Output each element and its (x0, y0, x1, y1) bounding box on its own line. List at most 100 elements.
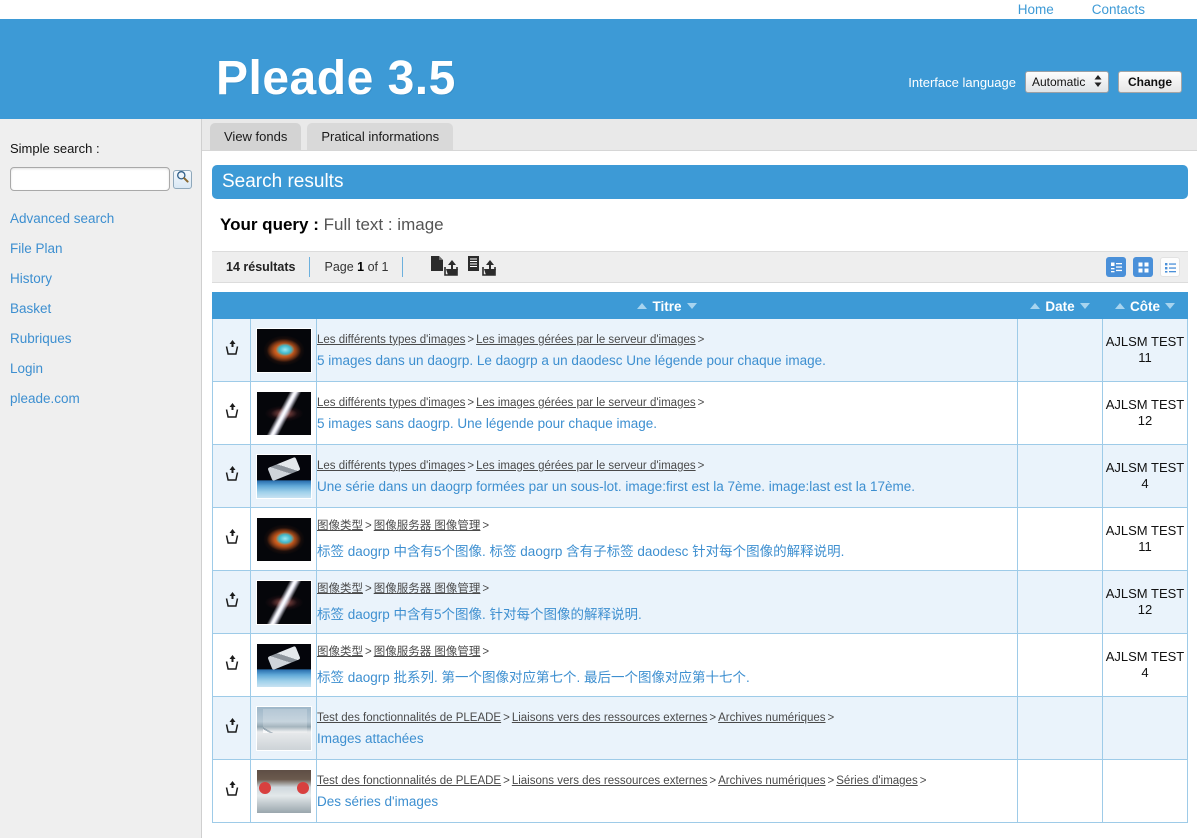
breadcrumb-link[interactable]: Archives numériques (718, 712, 825, 724)
sidebar-item-pleade-com[interactable]: pleade.com (0, 384, 201, 414)
thumbnail-sailboat-interior[interactable] (255, 768, 312, 814)
column-header-date[interactable]: Date (1017, 292, 1103, 319)
thumbnail-sailboat-deck[interactable] (255, 705, 312, 751)
breadcrumb-separator: > (365, 646, 372, 659)
column-header-cote[interactable]: Côte (1102, 292, 1188, 319)
breadcrumb-link[interactable]: Les images gérées par le serveur d'image… (476, 397, 696, 409)
breadcrumb-separator: > (919, 774, 927, 787)
sort-desc-titre-icon[interactable] (686, 303, 697, 310)
row-document-title-link[interactable]: 标签 daogrp 批系列. 第一个图像对应第七个. 最后一个图像对应第十七个. (317, 666, 1017, 686)
table-row[interactable]: Les différents types d'images > Les images… (212, 381, 1188, 445)
sort-asc-date-icon[interactable] (1030, 303, 1041, 310)
breadcrumb-link[interactable]: Les images gérées par le serveur d'image… (476, 460, 696, 472)
sort-desc-date-icon[interactable] (1079, 303, 1090, 310)
row-document-title-link[interactable]: Images attachées (317, 731, 1017, 746)
table-row[interactable]: 图像类型 > 图像服务器 图像管理 > 标签 daogrp 中含有5个图像. 标签 da… (212, 507, 1188, 571)
main-content: View fonds Pratical informations Search … (202, 119, 1197, 838)
breadcrumb-link[interactable]: 图像类型 (317, 520, 363, 532)
breadcrumb-separator: > (827, 711, 835, 724)
row-basket-cell (212, 318, 251, 382)
compact-list-view-icon[interactable] (1160, 257, 1180, 277)
sidebar-item-file-plan[interactable]: File Plan (0, 234, 201, 264)
search-submit-button[interactable] (173, 169, 192, 189)
table-row[interactable]: Les différents types d'images > Les images… (212, 444, 1188, 508)
results-table-body: Les différents types d'images > Les images… (212, 318, 1188, 823)
breadcrumb-link[interactable]: 图像服务器 图像管理 (374, 583, 481, 595)
breadcrumb-link[interactable]: Les différents types d'images (317, 460, 465, 472)
breadcrumb-link[interactable]: Liaisons vers des ressources externes (512, 775, 708, 787)
add-to-basket-icon[interactable] (222, 716, 242, 741)
thumbnail-galaxy[interactable] (255, 579, 312, 625)
sidebar-item-basket[interactable]: Basket (0, 294, 201, 324)
breadcrumb-link[interactable]: 图像服务器 图像管理 (374, 520, 481, 532)
breadcrumb-link[interactable]: Liaisons vers des ressources externes (512, 712, 708, 724)
row-document-title-link[interactable]: 5 images sans daogrp. Une légende pour c… (317, 416, 1017, 431)
add-to-basket-icon[interactable] (222, 590, 242, 615)
breadcrumb-link[interactable]: Séries d'images (836, 775, 917, 787)
language-select[interactable]: Automatic (1024, 71, 1109, 93)
sidebar-item-advanced-search[interactable]: Advanced search (0, 204, 201, 234)
breadcrumb-link[interactable]: Les images gérées par le serveur d'image… (476, 334, 696, 346)
change-language-button[interactable]: Change (1117, 71, 1182, 93)
breadcrumb-link[interactable]: Les différents types d'images (317, 334, 465, 346)
column-header-date-label: Date (1045, 298, 1075, 314)
breadcrumb-link[interactable]: Test des fonctionnalités de PLEADE (317, 712, 501, 724)
sidebar-item-history[interactable]: History (0, 264, 201, 294)
row-document-title-link[interactable]: 标签 daogrp 中含有5个图像. 标签 daogrp 含有子标签 daode… (317, 540, 1017, 560)
tab-strip: View fonds Pratical informations (202, 119, 1197, 151)
breadcrumb: Test des fonctionnalités de PLEADE > Liais… (317, 773, 1017, 790)
table-row[interactable]: 图像类型 > 图像服务器 图像管理 > 标签 daogrp 中含有5个图像. 针对每个图… (212, 570, 1188, 634)
topnav-link-home[interactable]: Home (1018, 2, 1054, 17)
row-date-cell (1017, 318, 1103, 382)
breadcrumb-link[interactable]: 图像类型 (317, 646, 363, 658)
sort-asc-cote-icon[interactable] (1115, 303, 1125, 310)
export-icon-group (429, 255, 498, 280)
search-input[interactable] (10, 167, 170, 191)
add-to-basket-icon[interactable] (222, 653, 242, 678)
tab-pratical-informations[interactable]: Pratical informations (307, 123, 454, 150)
sort-desc-cote-icon[interactable] (1165, 303, 1175, 310)
add-document-to-basket-icon[interactable] (429, 255, 459, 280)
row-document-title-link[interactable]: Des séries d'images (317, 794, 1017, 809)
row-cote-cell (1102, 696, 1188, 760)
column-header-titre[interactable]: Titre (316, 292, 1018, 319)
breadcrumb-link[interactable]: Les différents types d'images (317, 397, 465, 409)
breadcrumb-separator: > (365, 520, 372, 533)
thumbnail-crab-nebula[interactable] (255, 516, 312, 562)
thumbnail-hubble-telescope[interactable] (255, 453, 312, 499)
sidebar-item-rubriques[interactable]: Rubriques (0, 324, 201, 354)
breadcrumb-separator: > (365, 583, 372, 596)
sort-asc-titre-icon[interactable] (637, 303, 648, 310)
updown-arrows-icon (1094, 74, 1102, 88)
breadcrumb-link[interactable]: Archives numériques (718, 775, 825, 787)
table-row[interactable]: Test des fonctionnalités de PLEADE > Liais… (212, 759, 1188, 823)
row-thumbnail-cell (250, 696, 317, 760)
row-thumbnail-cell (250, 633, 317, 697)
sidebar-item-login[interactable]: Login (0, 354, 201, 384)
add-all-documents-to-basket-icon[interactable] (466, 255, 498, 280)
breadcrumb-link[interactable]: 图像服务器 图像管理 (374, 646, 481, 658)
add-to-basket-icon[interactable] (222, 464, 242, 489)
tab-view-fonds[interactable]: View fonds (210, 123, 302, 150)
breadcrumb: Les différents types d'images > Les images… (317, 458, 1017, 475)
row-document-title-link[interactable]: Une série dans un daogrp formées par un … (317, 479, 1017, 494)
grid-view-icon[interactable] (1133, 257, 1153, 277)
list-with-thumbnails-view-icon[interactable] (1106, 257, 1126, 277)
column-header-basket (212, 292, 251, 319)
table-row[interactable]: Test des fonctionnalités de PLEADE > Liais… (212, 696, 1188, 760)
thumbnail-galaxy[interactable] (255, 390, 312, 436)
breadcrumb-link[interactable]: 图像类型 (317, 583, 363, 595)
column-header-cote-label: Côte (1130, 298, 1160, 314)
breadcrumb-link[interactable]: Test des fonctionnalités de PLEADE (317, 775, 501, 787)
row-document-title-link[interactable]: 标签 daogrp 中含有5个图像. 针对每个图像的解释说明. (317, 603, 1017, 623)
add-to-basket-icon[interactable] (222, 401, 242, 426)
table-row[interactable]: Les différents types d'images > Les images… (212, 318, 1188, 382)
row-document-title-link[interactable]: 5 images dans un daogrp. Le daogrp a un … (317, 353, 1017, 368)
add-to-basket-icon[interactable] (222, 779, 242, 804)
thumbnail-crab-nebula[interactable] (255, 327, 312, 373)
add-to-basket-icon[interactable] (222, 527, 242, 552)
table-row[interactable]: 图像类型 > 图像服务器 图像管理 > 标签 daogrp 批系列. 第一个图像对应第七… (212, 633, 1188, 697)
add-to-basket-icon[interactable] (222, 338, 242, 363)
thumbnail-hubble-telescope[interactable] (255, 642, 312, 688)
topnav-link-contacts[interactable]: Contacts (1092, 2, 1145, 17)
